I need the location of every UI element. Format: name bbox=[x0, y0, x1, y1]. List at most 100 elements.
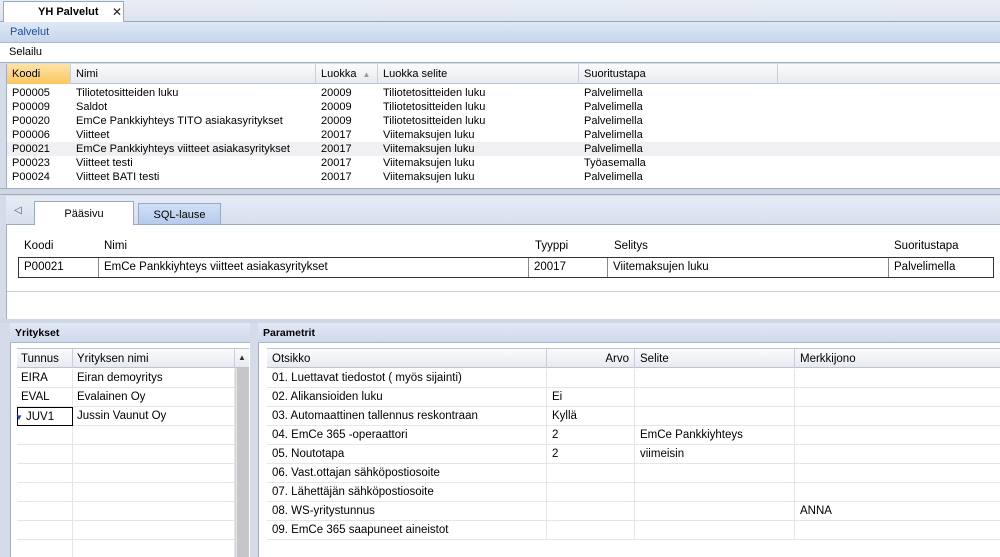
cell-yrityksen-nimi[interactable] bbox=[73, 540, 235, 557]
cell-selite[interactable] bbox=[635, 521, 795, 540]
table-row[interactable]: P00005 Tiliotetositteiden luku 20009 Tiliot… bbox=[7, 86, 1000, 100]
cell-tunnus[interactable] bbox=[17, 540, 73, 557]
cell-arvo[interactable] bbox=[547, 483, 635, 502]
close-icon[interactable]: ✕ bbox=[112, 5, 122, 19]
table-row[interactable]: EVAL Evalainen Oy bbox=[17, 388, 235, 407]
empty-row[interactable] bbox=[17, 540, 235, 557]
field-suoritustapa[interactable]: Palvelimella bbox=[889, 258, 993, 277]
table-row[interactable]: 01. Luettavat tiedostot ( myös sijainti) bbox=[267, 369, 1000, 388]
cell-yrityksen-nimi[interactable]: Jussin Vaunut Oy bbox=[73, 407, 235, 426]
empty-row[interactable] bbox=[17, 483, 235, 502]
cell-selite[interactable] bbox=[635, 464, 795, 483]
cell-yrityksen-nimi[interactable] bbox=[73, 426, 235, 445]
table-row[interactable]: 07. Lähettäjän sähköpostiosoite bbox=[267, 483, 1000, 502]
cell-tunnus[interactable]: EVAL bbox=[17, 388, 73, 407]
column-header-suoritustapa[interactable]: Suoritustapa bbox=[579, 64, 778, 84]
cell-tunnus[interactable]: ▼ JUV1 bbox=[15, 407, 73, 426]
cell-merkkijono[interactable] bbox=[795, 521, 1000, 540]
cell-selite[interactable]: EmCe Pankkiyhteys bbox=[635, 426, 795, 445]
scroll-up-icon[interactable]: ▲ bbox=[235, 348, 249, 368]
empty-row[interactable] bbox=[17, 445, 235, 464]
field-nimi[interactable]: EmCe Pankkiyhteys viitteet asiakasyrityk… bbox=[99, 258, 529, 277]
field-koodi[interactable]: P00021 bbox=[19, 258, 99, 277]
column-header-selite[interactable]: Selite bbox=[635, 349, 795, 368]
table-row[interactable]: EIRA Eiran demoyritys bbox=[17, 369, 235, 388]
cell-tunnus[interactable] bbox=[17, 483, 73, 502]
cell-yrityksen-nimi[interactable]: Evalainen Oy bbox=[73, 388, 235, 407]
table-row[interactable]: 04. EmCe 365 -operaattori 2 EmCe Pankkiyht… bbox=[267, 426, 1000, 445]
cell-tunnus[interactable] bbox=[17, 502, 73, 521]
cell-tunnus[interactable] bbox=[17, 464, 73, 483]
cell-arvo[interactable] bbox=[547, 464, 635, 483]
collapse-arrow-icon[interactable]: ◁ bbox=[14, 205, 22, 216]
empty-row[interactable] bbox=[17, 464, 235, 483]
column-header-luokka-selite[interactable]: Luokka selite bbox=[378, 64, 579, 84]
tab-sql-lause[interactable]: SQL-lause bbox=[138, 203, 221, 224]
cell-arvo[interactable]: Kyllä bbox=[547, 407, 635, 426]
horizontal-splitter[interactable] bbox=[0, 188, 1000, 195]
table-row[interactable]: P00024 Viitteet BATI testi 20017 Viitemaksu… bbox=[7, 170, 1000, 184]
cell-tunnus[interactable]: EIRA bbox=[17, 369, 73, 388]
cell-selite[interactable] bbox=[635, 388, 795, 407]
table-row[interactable]: P00020 EmCe Pankkiyhteys TITO asiakasyrit… bbox=[7, 114, 1000, 128]
companies-grid[interactable]: Tunnus Yrityksen nimi ▲ EIRA Eiran demoyr… bbox=[10, 343, 250, 557]
parameters-grid[interactable]: Otsikko Arvo Selite Merkkijono 01. Luett… bbox=[258, 343, 1000, 557]
column-header-koodi[interactable]: Koodi bbox=[7, 64, 71, 84]
cell-arvo[interactable]: Ei bbox=[547, 388, 635, 407]
cell-arvo[interactable]: 2 bbox=[547, 426, 635, 445]
column-header-tunnus[interactable]: Tunnus bbox=[17, 349, 73, 368]
cell-yrityksen-nimi[interactable] bbox=[73, 445, 235, 464]
column-header-arvo[interactable]: Arvo bbox=[547, 349, 635, 368]
cell-selite[interactable] bbox=[635, 369, 795, 388]
services-grid[interactable]: Koodi Nimi Luokka ▲ Luokka selite Suoritu… bbox=[6, 64, 1000, 188]
cell-merkkijono[interactable] bbox=[795, 369, 1000, 388]
cell-tunnus[interactable] bbox=[17, 426, 73, 445]
table-row[interactable]: P00021 EmCe Pankkiyhteys viitteet asiakas… bbox=[7, 142, 1000, 156]
cell-arvo[interactable] bbox=[547, 369, 635, 388]
cell-arvo[interactable] bbox=[547, 502, 635, 521]
cell-yrityksen-nimi[interactable] bbox=[73, 502, 235, 521]
empty-row[interactable] bbox=[17, 521, 235, 540]
table-row[interactable]: 03. Automaattinen tallennus reskontraan K… bbox=[267, 407, 1000, 426]
table-row[interactable]: P00006 Viitteet 20017 Viitemaksujen luku Pal… bbox=[7, 128, 1000, 142]
table-row[interactable]: P00023 Viitteet testi 20017 Viitemaksujen l… bbox=[7, 156, 1000, 170]
table-row[interactable]: P00009 Saldot 20009 Tiliotetositteiden luku… bbox=[7, 100, 1000, 114]
table-row[interactable]: 05. Noutotapa 2 viimeisin bbox=[267, 445, 1000, 464]
cell-arvo[interactable] bbox=[547, 521, 635, 540]
cell-yrityksen-nimi[interactable] bbox=[73, 483, 235, 502]
vertical-scrollbar[interactable] bbox=[235, 368, 249, 557]
table-row[interactable]: 08. WS-yritystunnus ANNA bbox=[267, 502, 1000, 521]
cell-merkkijono[interactable] bbox=[795, 388, 1000, 407]
cell-tunnus[interactable] bbox=[17, 521, 73, 540]
cell-merkkijono[interactable] bbox=[795, 483, 1000, 502]
field-selitys[interactable]: Viitemaksujen luku bbox=[608, 258, 889, 277]
cell-selite[interactable] bbox=[635, 407, 795, 426]
cell-merkkijono[interactable] bbox=[795, 445, 1000, 464]
cell-arvo[interactable]: 2 bbox=[547, 445, 635, 464]
column-header-nimi[interactable]: Nimi bbox=[71, 64, 316, 84]
empty-row[interactable] bbox=[17, 426, 235, 445]
table-row[interactable]: 06. Vast.ottajan sähköpostiosoite bbox=[267, 464, 1000, 483]
table-row[interactable]: ▼ JUV1 Jussin Vaunut Oy bbox=[15, 407, 235, 426]
cell-merkkijono[interactable] bbox=[795, 407, 1000, 426]
cell-tunnus[interactable] bbox=[17, 445, 73, 464]
empty-row[interactable] bbox=[17, 502, 235, 521]
cell-selite[interactable] bbox=[635, 483, 795, 502]
cell-selite[interactable] bbox=[635, 502, 795, 521]
table-row[interactable]: 09. EmCe 365 saapuneet aineistot bbox=[267, 521, 1000, 540]
column-header-yrityksen-nimi[interactable]: Yrityksen nimi bbox=[73, 349, 235, 368]
scrollbar-thumb[interactable] bbox=[237, 368, 249, 557]
document-tab-yh-palvelut[interactable]: YH Palvelut ✕ bbox=[3, 1, 124, 22]
cell-merkkijono[interactable]: ANNA bbox=[795, 502, 1000, 521]
cell-merkkijono[interactable] bbox=[795, 464, 1000, 483]
field-tyyppi[interactable]: 20017 bbox=[529, 258, 608, 277]
table-row[interactable]: 02. Alikansioiden luku Ei bbox=[267, 388, 1000, 407]
column-header-otsikko[interactable]: Otsikko bbox=[267, 349, 547, 368]
column-header-luokka[interactable]: Luokka ▲ bbox=[316, 64, 378, 84]
cell-yrityksen-nimi[interactable]: Eiran demoyritys bbox=[73, 369, 235, 388]
cell-yrityksen-nimi[interactable] bbox=[73, 464, 235, 483]
tab-paasivu[interactable]: Pääsivu bbox=[34, 201, 134, 225]
cell-merkkijono[interactable] bbox=[795, 426, 1000, 445]
column-header-merkkijono[interactable]: Merkkijono bbox=[795, 349, 1000, 368]
cell-yrityksen-nimi[interactable] bbox=[73, 521, 235, 540]
